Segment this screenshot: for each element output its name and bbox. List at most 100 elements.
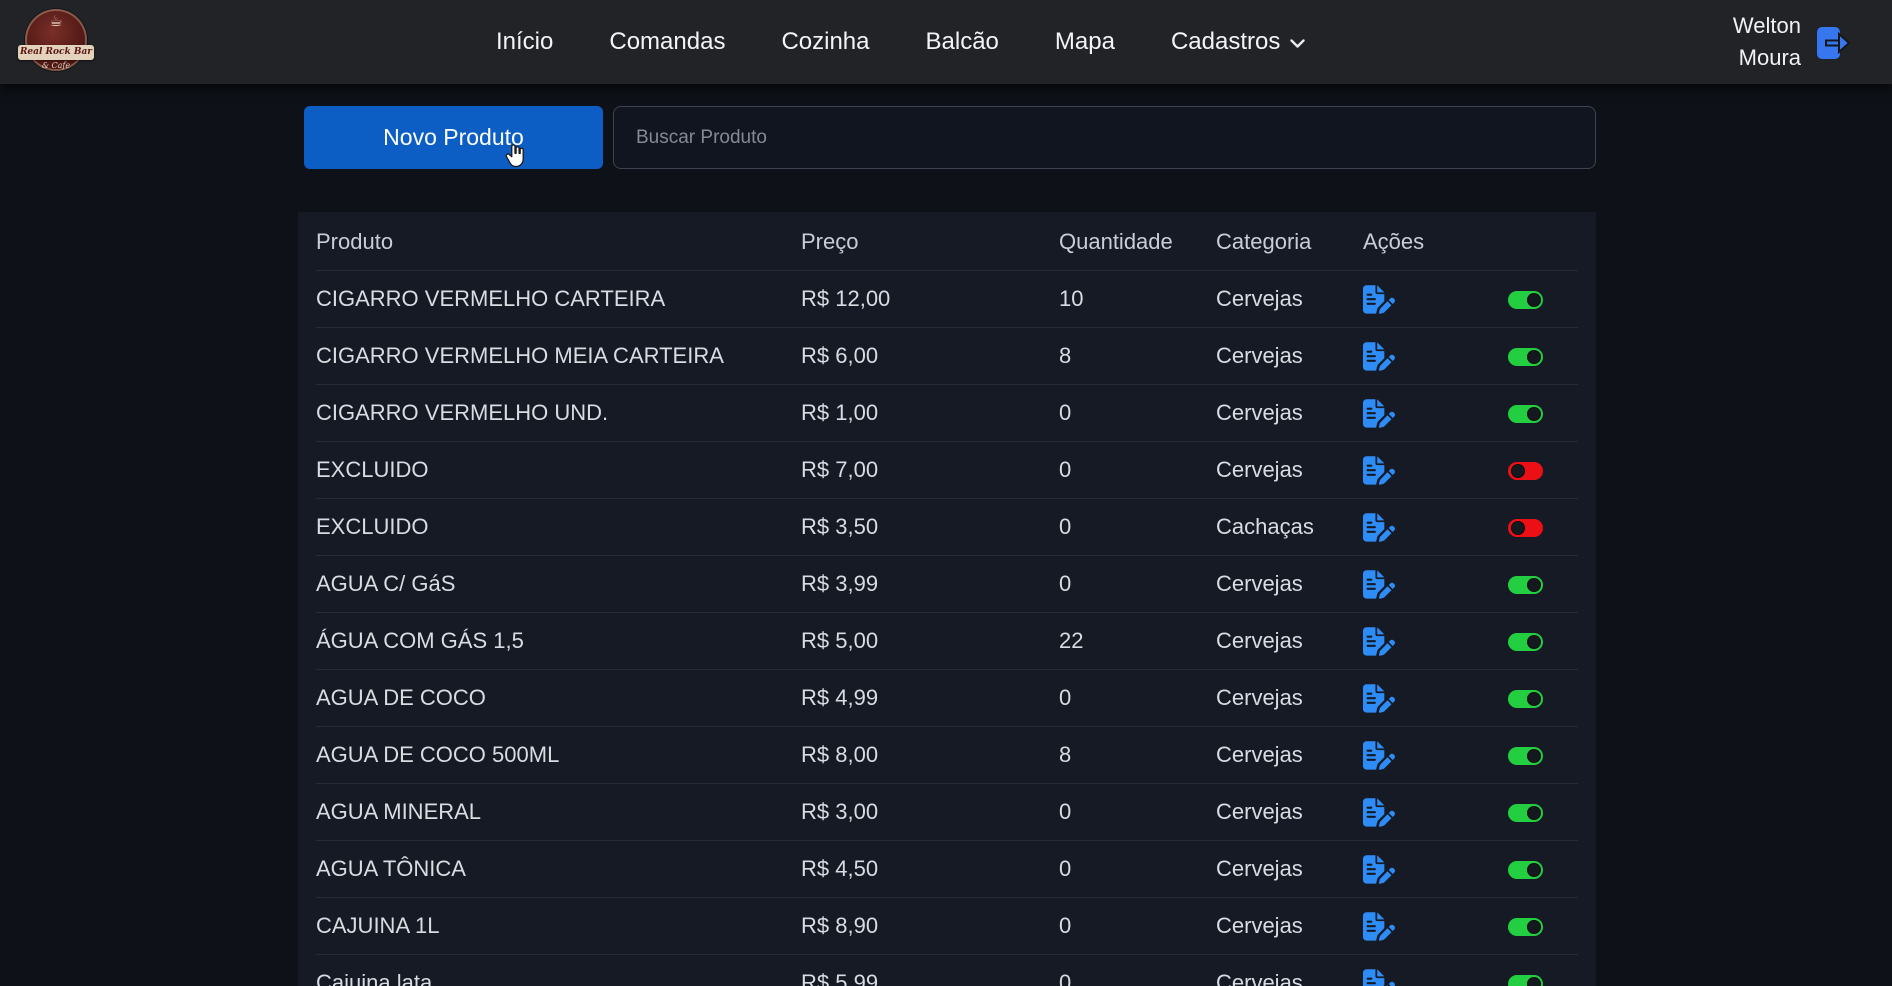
status-cell (1463, 955, 1578, 986)
status-toggle[interactable] (1508, 918, 1543, 936)
status-cell (1463, 784, 1578, 841)
table-row: AGUA TÔNICA R$ 4,50 0 Cervejas (316, 841, 1578, 898)
category-cell: Cervejas (1216, 613, 1363, 670)
edit-cell (1363, 271, 1463, 328)
price-cell: R$ 3,00 (801, 784, 1059, 841)
nav-dropdown-cadastros[interactable]: Cadastros (1171, 28, 1305, 56)
table-header-row: Produto Preço Quantidade Categoria Ações (316, 212, 1578, 271)
new-product-button[interactable]: Novo Produto (304, 106, 603, 169)
price-cell: R$ 5,99 (801, 955, 1059, 986)
status-toggle[interactable] (1508, 348, 1543, 366)
file-edit-icon (1363, 627, 1395, 656)
product-name-cell: AGUA MINERAL (316, 784, 801, 841)
table-row: AGUA DE COCO R$ 4,99 0 Cervejas (316, 670, 1578, 727)
category-cell: Cervejas (1216, 271, 1363, 328)
toggle-knob (1527, 407, 1541, 421)
product-name-cell: AGUA C/ GáS (316, 556, 801, 613)
edit-product-button[interactable] (1363, 570, 1395, 605)
product-name-cell: CAJUINA 1L (316, 898, 801, 955)
toolbar: Novo Produto (298, 106, 1596, 169)
category-cell: Cervejas (1216, 898, 1363, 955)
edit-product-button[interactable] (1363, 513, 1395, 548)
edit-product-button[interactable] (1363, 285, 1395, 320)
edit-product-button[interactable] (1363, 855, 1395, 890)
status-toggle[interactable] (1508, 747, 1543, 765)
table-row: ÁGUA COM GÁS 1,5 R$ 5,00 22 Cervejas (316, 613, 1578, 670)
file-edit-icon (1363, 798, 1395, 827)
edit-cell (1363, 955, 1463, 986)
status-cell (1463, 841, 1578, 898)
nav-item-comandas[interactable]: Comandas (609, 28, 725, 56)
top-navbar: ☕ Real Rock Bar & Cafe Início Comandas C… (0, 0, 1892, 84)
status-cell (1463, 442, 1578, 499)
product-name-cell: CIGARRO VERMELHO UND. (316, 385, 801, 442)
main-content: Novo Produto Produto Preço Quantidade Ca… (298, 106, 1596, 986)
status-toggle[interactable] (1508, 804, 1543, 822)
status-toggle[interactable] (1508, 633, 1543, 651)
nav-item-balcao[interactable]: Balcão (926, 28, 999, 56)
edit-product-button[interactable] (1363, 627, 1395, 662)
file-edit-icon (1363, 855, 1395, 884)
edit-product-button[interactable] (1363, 684, 1395, 719)
product-name-cell: CIGARRO VERMELHO CARTEIRA (316, 271, 801, 328)
edit-product-button[interactable] (1363, 342, 1395, 377)
table-row: AGUA C/ GáS R$ 3,99 0 Cervejas (316, 556, 1578, 613)
brand-subtitle: & Cafe (25, 61, 87, 70)
status-toggle[interactable] (1508, 462, 1543, 480)
toggle-knob (1511, 464, 1525, 478)
nav-item-cozinha[interactable]: Cozinha (781, 28, 869, 56)
quantity-cell: 0 (1059, 955, 1216, 986)
brand-logo[interactable]: ☕ Real Rock Bar & Cafe (22, 7, 90, 77)
status-toggle[interactable] (1508, 519, 1543, 537)
edit-cell (1363, 727, 1463, 784)
coffee-cup-icon: ☕ (25, 13, 87, 31)
price-cell: R$ 1,00 (801, 385, 1059, 442)
status-toggle[interactable] (1508, 690, 1543, 708)
edit-product-button[interactable] (1363, 969, 1395, 986)
edit-product-button[interactable] (1363, 912, 1395, 947)
price-cell: R$ 4,50 (801, 841, 1059, 898)
column-header-quantidade: Quantidade (1059, 212, 1216, 271)
table-row: EXCLUIDO R$ 3,50 0 Cachaças (316, 499, 1578, 556)
edit-product-button[interactable] (1363, 798, 1395, 833)
category-cell: Cervejas (1216, 385, 1363, 442)
edit-cell (1363, 499, 1463, 556)
nav-dropdown-label: Cadastros (1171, 28, 1280, 56)
edit-product-button[interactable] (1363, 741, 1395, 776)
nav-item-mapa[interactable]: Mapa (1055, 28, 1115, 56)
chevron-down-icon (1290, 39, 1305, 49)
product-name-cell: AGUA DE COCO (316, 670, 801, 727)
edit-cell (1363, 385, 1463, 442)
toggle-knob (1527, 863, 1541, 877)
status-toggle[interactable] (1508, 291, 1543, 309)
toggle-knob (1527, 635, 1541, 649)
file-edit-icon (1363, 285, 1395, 314)
main-nav: Início Comandas Cozinha Balcão Mapa Cada… (496, 0, 1305, 84)
edit-product-button[interactable] (1363, 456, 1395, 491)
toggle-knob (1527, 692, 1541, 706)
quantity-cell: 8 (1059, 727, 1216, 784)
price-cell: R$ 7,00 (801, 442, 1059, 499)
edit-cell (1363, 613, 1463, 670)
sign-out-icon[interactable] (1814, 22, 1852, 64)
quantity-cell: 0 (1059, 898, 1216, 955)
column-header-produto: Produto (316, 212, 801, 271)
status-toggle[interactable] (1508, 975, 1543, 986)
edit-cell (1363, 784, 1463, 841)
category-cell: Cervejas (1216, 784, 1363, 841)
quantity-cell: 22 (1059, 613, 1216, 670)
status-toggle[interactable] (1508, 861, 1543, 879)
status-toggle[interactable] (1508, 405, 1543, 423)
table-row: AGUA MINERAL R$ 3,00 0 Cervejas (316, 784, 1578, 841)
search-product-input[interactable] (613, 106, 1596, 169)
nav-item-inicio[interactable]: Início (496, 28, 553, 56)
column-header-acoes: Ações (1363, 212, 1463, 271)
status-cell (1463, 898, 1578, 955)
edit-cell (1363, 442, 1463, 499)
brand-logo-circle: ☕ Real Rock Bar & Cafe (25, 9, 87, 71)
status-toggle[interactable] (1508, 576, 1543, 594)
category-cell: Cachaças (1216, 499, 1363, 556)
category-cell: Cervejas (1216, 727, 1363, 784)
toggle-knob (1527, 977, 1541, 986)
edit-product-button[interactable] (1363, 399, 1395, 434)
